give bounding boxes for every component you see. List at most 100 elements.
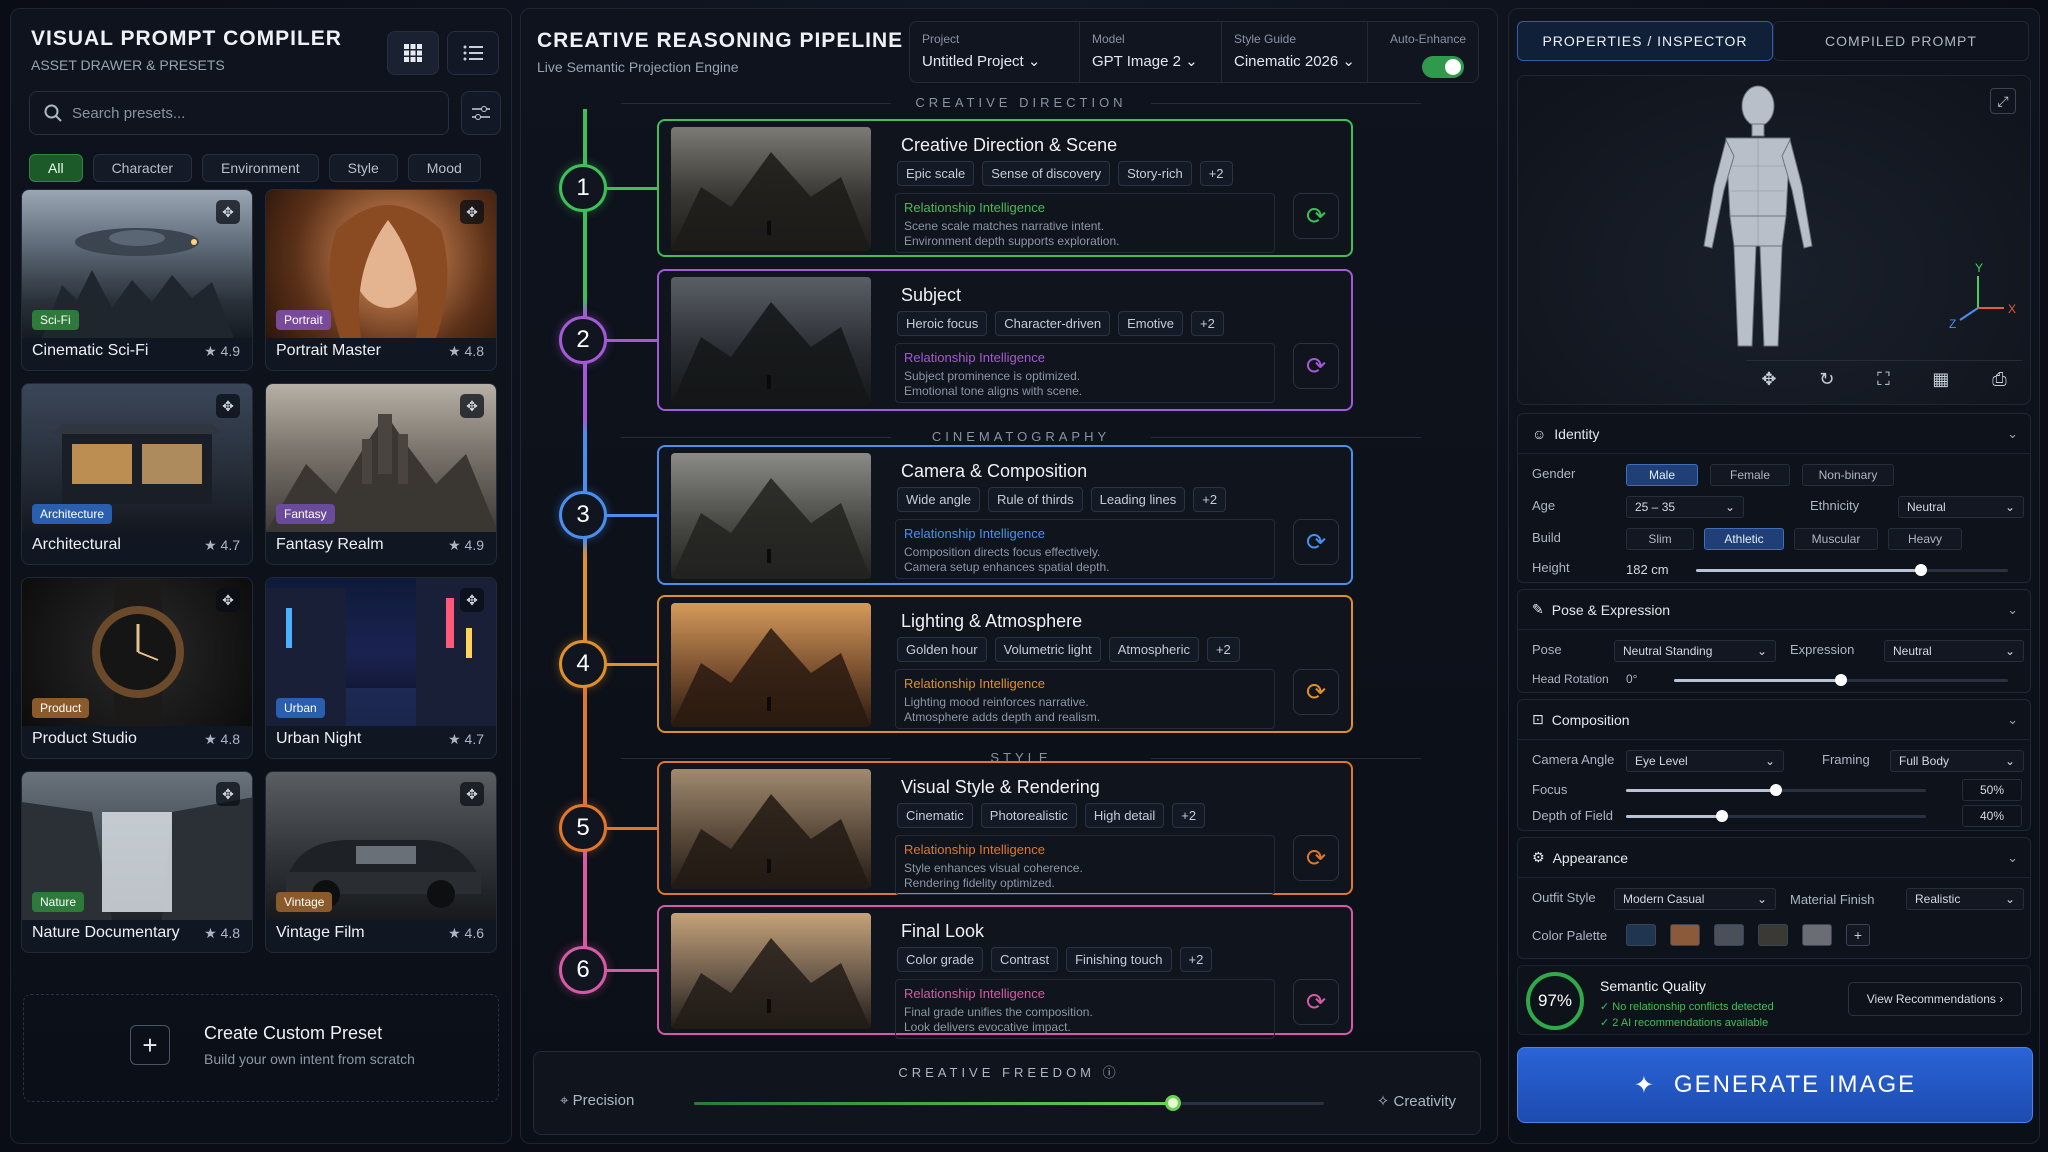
filter-all[interactable]: All: [29, 154, 83, 182]
gender-male[interactable]: Male: [1626, 464, 1698, 486]
info-icon[interactable]: ⓘ: [1103, 1065, 1116, 1080]
color-swatch[interactable]: [1670, 924, 1700, 946]
step-tag[interactable]: Epic scale: [897, 161, 975, 186]
ethnicity-select[interactable]: Neutral ⌄: [1898, 496, 2024, 518]
view-recommendations-button[interactable]: View Recommendations ›: [1848, 982, 2022, 1016]
step-tag[interactable]: +2: [1179, 947, 1213, 972]
filter-environment[interactable]: Environment: [202, 154, 319, 182]
expression-select[interactable]: Neutral ⌄: [1884, 640, 2024, 662]
step-tag[interactable]: +2: [1191, 311, 1224, 336]
step-tag[interactable]: Atmospheric: [1108, 637, 1199, 662]
gender-female[interactable]: Female: [1710, 464, 1790, 486]
age-select[interactable]: 25 – 35 ⌄: [1626, 496, 1744, 518]
rotate-tool-icon[interactable]: ↻: [1819, 369, 1834, 390]
color-swatch[interactable]: [1802, 924, 1832, 946]
slider-knob[interactable]: [1914, 564, 1927, 576]
preset-card[interactable]: ✥ Architecture Architectural ★ 4.7: [21, 383, 253, 565]
generate-image-button[interactable]: ✦ GENERATE IMAGE: [1517, 1047, 2033, 1123]
move-tool-icon[interactable]: ✥: [1761, 369, 1776, 390]
refresh-button[interactable]: ⟳: [1293, 343, 1339, 389]
step-tag[interactable]: Volumetric light: [994, 637, 1101, 662]
filter-settings-button[interactable]: [461, 91, 501, 135]
pose-header[interactable]: ✎ Pose & Expression ⌄: [1518, 590, 2030, 630]
step-card[interactable]: Visual Style & Rendering Cinematic Photore…: [657, 761, 1353, 895]
refresh-button[interactable]: ⟳: [1293, 835, 1339, 881]
build-muscular[interactable]: Muscular: [1794, 528, 1878, 550]
creative-freedom-slider[interactable]: [694, 1095, 1324, 1111]
grid-view-button[interactable]: [387, 31, 439, 75]
slider-knob[interactable]: [1164, 1095, 1181, 1111]
step-tag[interactable]: Finishing touch: [1066, 947, 1172, 972]
step-tag[interactable]: Leading lines: [1090, 487, 1186, 512]
step-tag[interactable]: Contrast: [990, 947, 1059, 972]
step-tag[interactable]: Heroic focus: [897, 311, 988, 336]
material-select[interactable]: Realistic ⌄: [1906, 888, 2024, 910]
preset-card[interactable]: ✥ Product Product Studio ★ 4.8: [21, 577, 253, 759]
gender-nonbinary[interactable]: Non-binary: [1802, 464, 1894, 486]
step-tag[interactable]: +2: [1172, 803, 1206, 828]
build-slim[interactable]: Slim: [1626, 528, 1694, 550]
slider-knob[interactable]: [1835, 674, 1847, 686]
color-swatch[interactable]: [1758, 924, 1788, 946]
move-icon[interactable]: ✥: [216, 782, 240, 806]
build-athletic[interactable]: Athletic: [1704, 528, 1784, 550]
step-tag[interactable]: Color grade: [897, 947, 983, 972]
slider-knob[interactable]: [1770, 784, 1782, 796]
step-tag[interactable]: Emotive: [1118, 311, 1184, 336]
add-color-button[interactable]: +: [1846, 924, 1870, 946]
step-tag[interactable]: Story-rich: [1118, 161, 1192, 186]
tab-compiled-prompt[interactable]: COMPILED PROMPT: [1773, 21, 2029, 61]
step-tag[interactable]: High detail: [1084, 803, 1165, 828]
step-card[interactable]: Final Look Color grade Contrast Finishing t…: [657, 905, 1353, 1039]
step-tag[interactable]: Character-driven: [995, 311, 1111, 336]
preset-card[interactable]: ✥ Portrait Portrait Master ★ 4.8: [265, 189, 497, 371]
step-tag[interactable]: Golden hour: [897, 637, 987, 662]
move-icon[interactable]: ✥: [460, 782, 484, 806]
3d-viewport[interactable]: Y X Z ⤢ ✥ ↻ ⛶ ▦ ⎙: [1517, 75, 2031, 405]
step-tag[interactable]: Cinematic: [897, 803, 973, 828]
project-select[interactable]: Project Untitled Project ⌄: [910, 22, 1080, 82]
refresh-button[interactable]: ⟳: [1293, 669, 1339, 715]
search-input[interactable]: [72, 104, 412, 122]
move-icon[interactable]: ✥: [216, 200, 240, 224]
step-tag[interactable]: Photorealistic: [980, 803, 1077, 828]
move-icon[interactable]: ✥: [460, 394, 484, 418]
filter-mood[interactable]: Mood: [407, 154, 481, 182]
refresh-button[interactable]: ⟳: [1293, 979, 1339, 1025]
camera-icon[interactable]: ⎙: [1992, 369, 2006, 390]
move-icon[interactable]: ✥: [460, 588, 484, 612]
tab-properties[interactable]: PROPERTIES / INSPECTOR: [1517, 21, 1773, 61]
refresh-button[interactable]: ⟳: [1293, 519, 1339, 565]
appearance-header[interactable]: ⚙ Appearance ⌄: [1518, 838, 2030, 878]
focus-value[interactable]: 50%: [1962, 779, 2022, 801]
preset-card[interactable]: ✥ Fantasy Fantasy Realm ★ 4.9: [265, 383, 497, 565]
step-card[interactable]: Creative Direction & Scene Epic scale Sens…: [657, 119, 1353, 257]
head-rotation-slider[interactable]: [1674, 674, 2008, 686]
dof-slider[interactable]: [1626, 810, 1926, 822]
framing-select[interactable]: Full Body ⌄: [1890, 750, 2024, 772]
dof-value[interactable]: 40%: [1962, 805, 2022, 827]
composition-header[interactable]: ⊡ Composition ⌄: [1518, 700, 2030, 740]
list-view-button[interactable]: [447, 31, 499, 75]
move-icon[interactable]: ✥: [216, 588, 240, 612]
preset-card[interactable]: ✥ Urban Urban Night ★ 4.7: [265, 577, 497, 759]
step-tag[interactable]: Rule of thirds: [988, 487, 1083, 512]
step-card[interactable]: Camera & Composition Wide angle Rule of th…: [657, 445, 1353, 585]
step-tag[interactable]: +2: [1206, 637, 1240, 662]
preset-card[interactable]: ✥ Nature Nature Documentary ★ 4.8: [21, 771, 253, 953]
step-card[interactable]: Subject Heroic focus Character-driven Emoti…: [657, 269, 1353, 411]
step-card[interactable]: Lighting & Atmosphere Golden hour Volumetr…: [657, 595, 1353, 733]
preset-card[interactable]: ✥ Vintage Vintage Film ★ 4.6: [265, 771, 497, 953]
outfit-select[interactable]: Modern Casual ⌄: [1614, 888, 1776, 910]
step-tag[interactable]: Wide angle: [897, 487, 981, 512]
preset-card[interactable]: ✥ Sci-Fi Cinematic Sci-Fi ★ 4.9: [21, 189, 253, 371]
auto-enhance-toggle[interactable]: [1422, 56, 1464, 78]
focus-slider[interactable]: [1626, 784, 1926, 796]
slider-knob[interactable]: [1716, 810, 1728, 822]
step-tag[interactable]: +2: [1199, 161, 1233, 186]
grid-tool-icon[interactable]: ▦: [1932, 369, 1949, 390]
style-guide-select[interactable]: Style Guide Cinematic 2026 ⌄: [1222, 22, 1368, 82]
build-heavy[interactable]: Heavy: [1888, 528, 1962, 550]
color-swatch[interactable]: [1626, 924, 1656, 946]
create-custom-preset[interactable]: + Create Custom Preset Build your own in…: [23, 994, 499, 1102]
